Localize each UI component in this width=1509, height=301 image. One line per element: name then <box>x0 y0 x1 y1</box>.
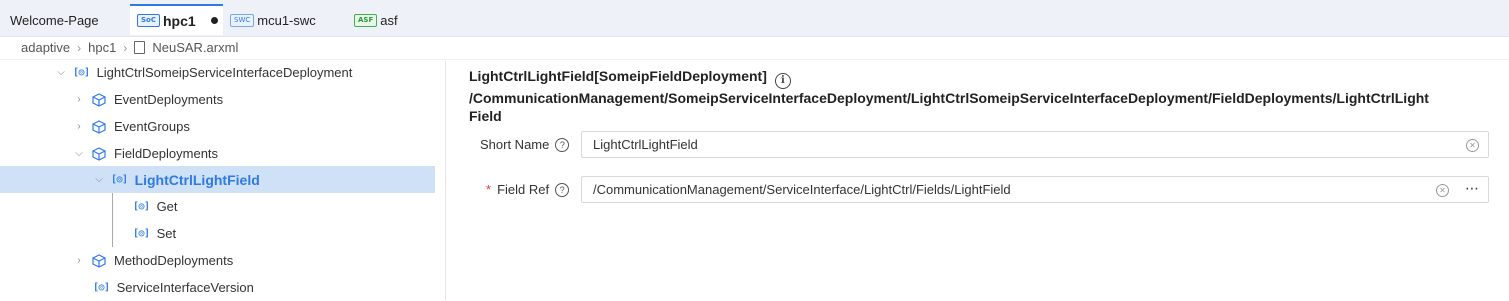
tab-welcome-page[interactable]: Welcome-Page <box>10 5 99 35</box>
chevron-down-icon[interactable]: ⌵ <box>93 174 105 185</box>
tree-item[interactable]: › EventGroups <box>0 113 435 140</box>
element-path: /CommunicationManagement/SomeipServiceIn… <box>469 90 1429 106</box>
tab-asf[interactable]: ASF asf <box>354 5 398 35</box>
field-ref-input[interactable]: /CommunicationManagement/ServiceInterfac… <box>581 176 1489 203</box>
tree-item[interactable]: [◎] Get <box>0 193 435 220</box>
tree-item-label: LightCtrlLightField <box>134 171 260 188</box>
tree-item[interactable]: [◎] Set <box>0 220 435 247</box>
tree-item-label: FieldDeployments <box>114 146 219 161</box>
tree-item[interactable]: › EventDeployments <box>0 86 435 113</box>
short-name-input[interactable]: LightCtrlLightField ✕ <box>581 131 1489 158</box>
chevron-right-icon[interactable]: › <box>73 94 85 105</box>
tab-label: mcu1-swc <box>257 12 316 28</box>
element-title: LightCtrlLightField[SomeipFieldDeploymen… <box>469 68 767 84</box>
help-icon[interactable]: ? <box>555 137 570 152</box>
tree-item-selected[interactable]: ⌵ [◎] LightCtrlLightField <box>0 166 435 193</box>
breadcrumb-item[interactable]: hpc1 <box>88 40 116 55</box>
chevron-down-icon[interactable]: ⌵ <box>55 67 67 78</box>
box-icon <box>91 92 107 107</box>
tree-item[interactable]: ⌵ [◎] LightCtrlSomeipServiceInterfaceDep… <box>0 59 435 86</box>
more-options-icon[interactable]: ⋯ <box>1465 180 1480 197</box>
tab-label: Welcome-Page <box>10 12 99 28</box>
box-icon <box>91 253 107 268</box>
service-icon: [◎] <box>93 282 110 293</box>
tree-item-label: LightCtrlSomeipServiceInterfaceDeploymen… <box>96 65 353 80</box>
clear-icon[interactable]: ✕ <box>1436 184 1449 197</box>
tree-item[interactable]: [◎] ServiceInterfaceVersion <box>0 274 435 301</box>
tree-indent-guide <box>112 193 113 247</box>
tree-item-label: ServiceInterfaceVersion <box>116 280 254 295</box>
field-label-text: Field Ref <box>497 182 550 197</box>
soc-badge-icon: SoC <box>137 14 160 27</box>
tab-label: asf <box>380 12 398 28</box>
box-icon <box>91 146 107 161</box>
input-value: /CommunicationManagement/ServiceInterfac… <box>593 182 1011 197</box>
tree-item-label: Get <box>156 199 178 214</box>
tab-label: hpc1 <box>163 12 196 29</box>
tab-mcu1-swc[interactable]: SWC mcu1-swc <box>230 5 316 35</box>
tree-item-label: Set <box>156 226 177 241</box>
clear-icon[interactable]: ✕ <box>1466 139 1479 152</box>
asf-badge-icon: ASF <box>354 13 378 27</box>
chevron-right-icon: › <box>77 40 82 55</box>
swc-badge-icon: SWC <box>230 13 255 27</box>
service-icon: [◎] <box>133 228 150 239</box>
help-icon[interactable]: ? <box>555 182 570 197</box>
required-asterisk-icon: * <box>486 182 492 197</box>
tree-item[interactable]: › MethodDeployments <box>0 247 435 274</box>
tree-item-label: EventGroups <box>114 119 190 134</box>
tab-hpc1[interactable]: SoC hpc1 <box>130 4 223 35</box>
tree-item-label: MethodDeployments <box>114 253 234 268</box>
unsaved-dot-icon[interactable] <box>210 17 218 24</box>
file-icon <box>134 41 146 54</box>
chevron-right-icon[interactable]: › <box>73 121 85 132</box>
breadcrumb-item[interactable]: NeuSAR.arxml <box>152 40 238 55</box>
short-name-label: Short Name ? <box>480 137 570 152</box>
breadcrumb-item[interactable]: adaptive <box>21 40 70 55</box>
field-label-text: Short Name <box>480 137 550 152</box>
chevron-down-icon[interactable]: ⌵ <box>73 148 85 159</box>
service-icon: [◎] <box>111 174 128 185</box>
info-icon[interactable]: i <box>774 73 791 89</box>
detail-title: LightCtrlLightField[SomeipFieldDeploymen… <box>469 67 1504 125</box>
tree-item-label: EventDeployments <box>114 92 224 107</box>
outline-tree: ⌵ [◎] LightCtrlSomeipServiceInterfaceDep… <box>0 61 446 300</box>
input-value: LightCtrlLightField <box>593 137 698 152</box>
chevron-right-icon: › <box>123 40 128 55</box>
field-ref-label: * Field Ref ? <box>486 182 570 197</box>
service-icon: [◎] <box>133 201 150 212</box>
box-icon <box>91 119 107 134</box>
breadcrumb: adaptive › hpc1 › NeuSAR.arxml <box>0 36 1509 60</box>
element-path-cont: Field <box>469 108 502 124</box>
service-icon: [◎] <box>73 67 90 78</box>
editor-tab-bar: Welcome-Page SoC hpc1 SWC mcu1-swc ASF a… <box>0 0 1509 37</box>
tree-item[interactable]: ⌵ FieldDeployments <box>0 140 435 167</box>
chevron-right-icon[interactable]: › <box>73 255 85 266</box>
